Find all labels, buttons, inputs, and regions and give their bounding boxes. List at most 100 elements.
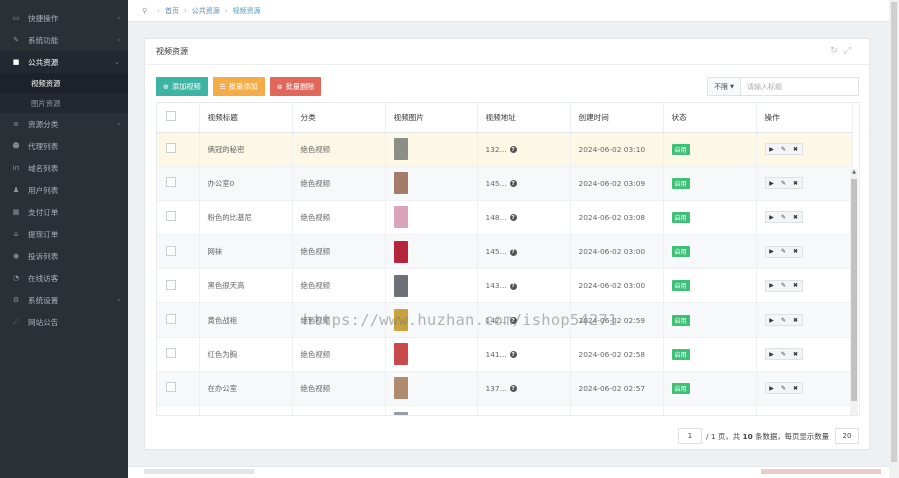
play-icon[interactable]: ▶	[766, 146, 778, 153]
delete-icon[interactable]: ✖	[790, 248, 802, 255]
delete-icon[interactable]: ✖	[790, 146, 802, 153]
row-select-cell[interactable]	[157, 268, 200, 304]
row-select-cell[interactable]	[157, 302, 200, 338]
video-thumbnail[interactable]	[393, 172, 408, 195]
page-number-input[interactable]: 1	[678, 428, 703, 444]
table-row[interactable]: 网袜 绝色视频 145...? 2024-06-02 03:00 启用 ▶ ✎ ✖	[157, 234, 853, 270]
table-row[interactable]: 俩冠的秘密 绝色视频 132...? 2024-06-02 03:10 启用 ▶ ✎ ✖	[157, 132, 853, 167]
row-checkbox[interactable]	[166, 143, 176, 154]
play-icon[interactable]: ▶	[766, 180, 778, 187]
search-input[interactable]: 请输入标题	[741, 77, 859, 96]
row-select-cell[interactable]	[157, 132, 200, 167]
status-badge[interactable]: 启用	[671, 280, 690, 292]
sidebar-subitem[interactable]: 图片资源	[0, 93, 128, 113]
status-badge[interactable]: 启用	[671, 177, 690, 189]
sidebar-item[interactable]: ☻ 代理列表	[0, 135, 128, 157]
filter-select[interactable]: 不限 ▼	[707, 77, 741, 96]
row-select-cell[interactable]	[157, 166, 200, 201]
edit-icon[interactable]: ✎	[778, 180, 790, 187]
play-icon[interactable]: ▶	[766, 214, 778, 221]
batch-delete-button[interactable]: ⊗ 批量删除	[269, 77, 322, 96]
status-badge[interactable]: 启用	[671, 143, 690, 155]
delete-icon[interactable]: ✖	[790, 351, 802, 358]
video-thumbnail[interactable]	[393, 274, 408, 297]
table-row[interactable]: 黑色很天高 绝色视频 143...? 2024-06-02 03:00 启用 ▶ ✎ ✖	[157, 268, 853, 304]
scroll-up-icon[interactable]: ▲	[850, 169, 858, 175]
edit-icon[interactable]: ✎	[778, 282, 790, 289]
row-select-cell[interactable]	[157, 234, 200, 270]
play-icon[interactable]: ▶	[766, 385, 778, 392]
video-thumbnail[interactable]	[393, 240, 408, 263]
sidebar-subitem[interactable]: 视频资源	[0, 73, 128, 93]
sidebar-item[interactable]: ≡ 资源分类 ‹	[0, 113, 128, 135]
question-circle-icon[interactable]: ?	[509, 385, 517, 393]
edit-icon[interactable]: ✎	[778, 248, 790, 255]
row-select-cell[interactable]	[157, 405, 200, 415]
edit-icon[interactable]: ✎	[778, 317, 790, 324]
play-icon[interactable]: ▶	[766, 248, 778, 255]
table-row[interactable]: 在办公室 绝色视频 137...? 2024-06-02 02:57 启用 ▶ ✎ ✖	[157, 371, 853, 407]
sidebar-item[interactable]: ◔ 在线访客	[0, 267, 128, 289]
delete-icon[interactable]: ✖	[790, 214, 802, 221]
select-all-checkbox[interactable]	[166, 111, 176, 122]
scrollbar-thumb[interactable]	[851, 179, 857, 401]
row-checkbox[interactable]	[166, 348, 176, 359]
table-row[interactable]	[157, 405, 853, 415]
breadcrumb-home[interactable]: 首页	[165, 6, 179, 16]
row-checkbox[interactable]	[166, 314, 176, 325]
table-row[interactable]: 红色为胸 绝色视频 141...? 2024-06-02 02:58 启用 ▶ ✎ ✖	[157, 337, 853, 372]
video-thumbnail[interactable]	[393, 206, 408, 229]
sidebar-item[interactable]: ⌂ 提现订单	[0, 223, 128, 245]
video-thumbnail[interactable]	[393, 343, 408, 366]
table-row[interactable]: 粉色的比基尼 绝色视频 148...? 2024-06-02 03:08 启用 ▶ ✎ ✖	[157, 200, 853, 236]
row-checkbox[interactable]	[166, 177, 176, 188]
breadcrumb-parent[interactable]: 公共资源	[192, 6, 220, 16]
question-circle-icon[interactable]: ?	[509, 180, 517, 188]
row-select-cell[interactable]	[157, 371, 200, 407]
delete-icon[interactable]: ✖	[790, 180, 802, 187]
delete-icon[interactable]: ✖	[790, 282, 802, 289]
play-icon[interactable]: ▶	[766, 317, 778, 324]
row-select-cell[interactable]	[157, 337, 200, 372]
question-circle-icon[interactable]: ?	[509, 351, 517, 359]
video-thumbnail[interactable]	[393, 377, 408, 400]
page-scrollbar-thumb[interactable]	[891, 2, 897, 462]
sidebar-item[interactable]: ♟ 用户列表	[0, 179, 128, 201]
page-scrollbar[interactable]	[889, 0, 899, 478]
sidebar-item[interactable]: ▭ 快捷操作 ‹	[0, 7, 128, 29]
question-circle-icon[interactable]: ?	[509, 248, 517, 256]
sidebar-item[interactable]: ▦ 支付订单	[0, 201, 128, 223]
video-thumbnail[interactable]	[393, 411, 408, 415]
edit-icon[interactable]: ✎	[778, 146, 790, 153]
sidebar-item[interactable]: ⚙ 系统设置 ‹	[0, 289, 128, 311]
row-checkbox[interactable]	[166, 279, 176, 290]
status-badge[interactable]: 启用	[671, 211, 690, 223]
edit-icon[interactable]: ✎	[778, 385, 790, 392]
edit-icon[interactable]: ✎	[778, 351, 790, 358]
row-checkbox[interactable]	[166, 211, 176, 222]
question-circle-icon[interactable]: ?	[509, 214, 517, 222]
sidebar-item[interactable]: ☄ 网站公告	[0, 311, 128, 333]
sidebar-item[interactable]: ✎ 系统功能 ‹	[0, 29, 128, 51]
video-thumbnail[interactable]	[393, 138, 408, 161]
row-select-cell[interactable]	[157, 200, 200, 236]
table-row[interactable]: 办公室0 绝色视频 145...? 2024-06-02 03:09 启用 ▶ ✎ ✖	[157, 166, 853, 201]
page-size-input[interactable]: 20	[835, 428, 859, 444]
play-icon[interactable]: ▶	[766, 351, 778, 358]
header-select-all[interactable]	[157, 103, 200, 133]
status-badge[interactable]: 启用	[671, 348, 690, 360]
expand-icon[interactable]: ⤢	[844, 46, 857, 56]
row-checkbox[interactable]	[166, 382, 176, 393]
delete-icon[interactable]: ✖	[790, 317, 802, 324]
refresh-icon[interactable]: ↻	[830, 46, 844, 56]
row-checkbox[interactable]	[166, 245, 176, 256]
sidebar-item[interactable]: in 域名列表	[0, 157, 128, 179]
status-badge[interactable]: 启用	[671, 314, 690, 326]
sidebar-item[interactable]: ◉ 投诉列表	[0, 245, 128, 267]
table-scrollbar[interactable]: ▲ ▼	[850, 169, 858, 415]
question-circle-icon[interactable]: ?	[509, 146, 517, 154]
batch-add-button[interactable]: ☰ 批量添加	[212, 77, 265, 96]
status-badge[interactable]: 启用	[671, 382, 690, 394]
question-circle-icon[interactable]: ?	[509, 282, 517, 290]
status-badge[interactable]: 启用	[671, 246, 690, 258]
